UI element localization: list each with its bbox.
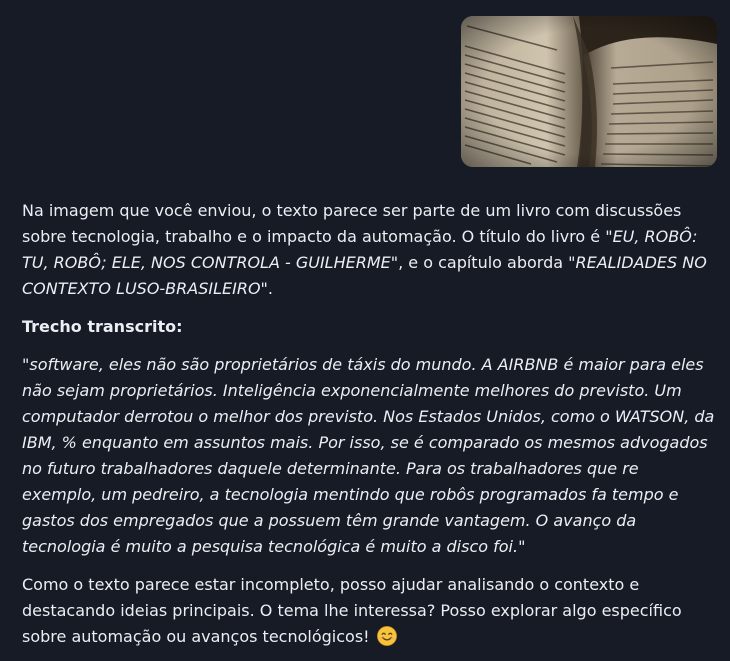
smiling-face-emoji-icon xyxy=(376,626,397,646)
assistant-reply: Na imagem que você enviou, o texto parec… xyxy=(22,198,716,650)
intro-lead-text: Na imagem que você enviou, o texto parec… xyxy=(22,201,682,246)
intro-middle-text: , e o capítulo aborda xyxy=(398,253,569,272)
attached-image-thumbnail[interactable] xyxy=(461,16,717,167)
intro-end-text: . xyxy=(267,279,273,298)
transcribed-excerpt: "software, eles não são proprietários de… xyxy=(22,355,715,556)
reply-intro-paragraph: Na imagem que você enviou, o texto parec… xyxy=(22,198,716,302)
open-book-photo-icon xyxy=(461,16,717,167)
reply-closing-paragraph: Como o texto parece estar incompleto, po… xyxy=(22,572,716,650)
closing-text: Como o texto parece estar incompleto, po… xyxy=(22,575,682,646)
transcript-heading: Trecho transcrito: xyxy=(22,317,183,336)
